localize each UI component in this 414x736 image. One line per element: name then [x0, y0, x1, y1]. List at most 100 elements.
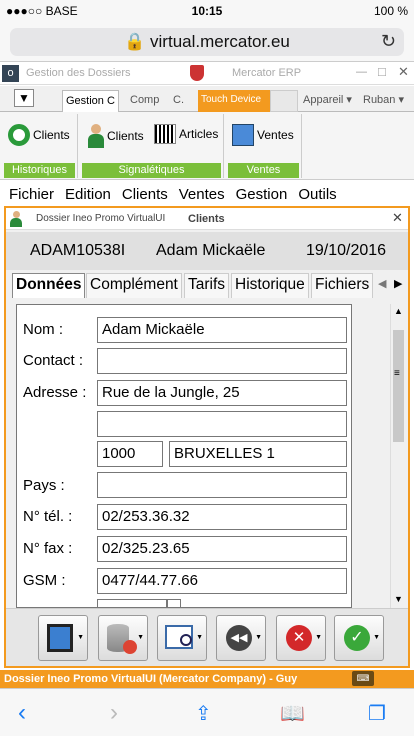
share-icon[interactable]: ⇪: [195, 701, 212, 726]
person-icon: [88, 124, 104, 148]
tab-scroll-left-icon[interactable]: ◀: [378, 277, 386, 290]
tab-comp[interactable]: Comp: [127, 90, 162, 112]
scroll-grip-icon: ≡: [394, 368, 400, 379]
shield-icon: [190, 65, 204, 81]
previous-button[interactable]: ◀◀ ▼: [216, 615, 266, 661]
search-button[interactable]: ▼: [157, 615, 207, 661]
tab-donnees[interactable]: Données: [12, 273, 86, 298]
form-scrollbar[interactable]: ▲ ≡ ▼: [390, 304, 406, 608]
forward-icon[interactable]: ›: [110, 699, 118, 727]
dropdown-arrow-icon: ▼: [373, 634, 380, 641]
menu-edition[interactable]: Edition: [65, 186, 111, 203]
tab-scroll-right-icon[interactable]: ▶: [394, 277, 402, 290]
client-code: ADAM10538I: [30, 242, 126, 259]
tab-tarifs[interactable]: Tarifs: [184, 273, 230, 298]
fax-label: N° fax :: [23, 540, 73, 557]
client-name: Adam Mickaële: [156, 242, 266, 259]
window-tabs: Données Complément Tarifs Historique Fic…: [6, 270, 408, 298]
window-title-center: Clients: [188, 213, 225, 225]
close-icon[interactable]: ✕: [398, 64, 409, 80]
bookmarks-icon[interactable]: 📖: [280, 701, 305, 726]
fax-field[interactable]: 02/325.23.65: [97, 536, 347, 562]
lock-icon: 🔒: [124, 32, 146, 51]
app-title-bar: o Gestion des Dossiers Mercator ERP — □ …: [0, 63, 414, 85]
historique-clients-button[interactable]: Clients: [8, 124, 70, 146]
quick-access-dropdown-icon[interactable]: ▼: [14, 89, 34, 107]
menu-ventes[interactable]: Ventes: [179, 186, 225, 203]
tab-ruban-label: Ruban: [363, 94, 396, 106]
clock: 10:15: [191, 4, 223, 18]
dropdown-arrow-icon: ▼: [255, 634, 262, 641]
signaletique-clients-label: Clients: [107, 129, 144, 143]
partial-field[interactable]: [97, 599, 167, 607]
checkmark-icon: ✓: [344, 625, 370, 651]
maximize-icon[interactable]: □: [378, 64, 386, 79]
adresse1-field[interactable]: Rue de la Jungle, 25: [97, 380, 347, 406]
adresse2-field[interactable]: [97, 411, 347, 437]
tab-fichiers[interactable]: Fichiers: [311, 273, 374, 298]
minimize-icon[interactable]: —: [356, 66, 367, 78]
tel-field[interactable]: 02/253.36.32: [97, 504, 347, 530]
contact-label: Contact :: [23, 352, 84, 369]
historique-clients-label: Clients: [33, 128, 70, 142]
film-icon: [47, 624, 73, 652]
window-title-bar: Dossier Ineo Promo VirtualUI Clients ✕: [6, 208, 408, 230]
menu-outils[interactable]: Outils: [298, 186, 336, 203]
tab-c[interactable]: C.: [170, 90, 187, 112]
ribbon: Clients Historiques Clients Articles Sig…: [0, 112, 414, 180]
tab-gestion[interactable]: Gestion C: [62, 90, 119, 112]
city-field[interactable]: BRUXELLES 1: [169, 441, 347, 467]
tab-appareil[interactable]: Appareil ▾: [300, 90, 355, 112]
tab-touch-toggle[interactable]: [270, 90, 298, 112]
contact-field[interactable]: [97, 348, 347, 374]
tab-touch-device[interactable]: Touch Device: [198, 90, 270, 112]
partial-field-button[interactable]: [167, 599, 181, 607]
video-button[interactable]: ▼: [38, 615, 88, 661]
menu-gestion[interactable]: Gestion: [236, 186, 288, 203]
scroll-down-icon[interactable]: ▼: [394, 594, 403, 604]
postal-code-field[interactable]: 1000: [97, 441, 163, 467]
ribbon-tab-row: ▼ Gestion C Comp C. Touch Device Apparei…: [0, 86, 414, 112]
ios-status-bar: ●●●○○ BASE 10:15 100 %: [0, 0, 414, 22]
ribbon-group-historiques: Clients Historiques: [2, 114, 78, 178]
signaletique-clients-button[interactable]: Clients: [88, 124, 144, 148]
app-right-title: Mercator ERP: [232, 67, 302, 79]
close-icon[interactable]: ✕: [392, 210, 403, 226]
articles-label: Articles: [179, 127, 219, 141]
adresse-label: Adresse :: [23, 384, 87, 401]
tab-historique[interactable]: Historique: [231, 273, 309, 298]
group-label-ventes: Ventes: [228, 163, 299, 178]
keyboard-icon[interactable]: ⌨: [352, 671, 374, 686]
app-logo-icon: o: [2, 65, 19, 82]
ventes-label: Ventes: [257, 128, 294, 142]
database-button[interactable]: ▼: [98, 615, 148, 661]
client-date: 19/10/2016: [306, 242, 387, 259]
gsm-field[interactable]: 0477/44.77.66: [97, 568, 347, 594]
menu-clients[interactable]: Clients: [122, 186, 168, 203]
window-title-left: Dossier Ineo Promo VirtualUI: [36, 213, 166, 224]
pays-field[interactable]: [97, 472, 347, 498]
url-field[interactable]: 🔒 virtual.mercator.eu: [10, 28, 404, 56]
ventes-button[interactable]: Ventes: [232, 124, 294, 146]
reload-icon[interactable]: ↻: [381, 31, 396, 52]
tab-ruban[interactable]: Ruban ▾: [360, 90, 407, 112]
menu-bar: Fichier Edition Clients Ventes Gestion Outils: [0, 186, 414, 206]
tabs-icon[interactable]: ❐: [368, 701, 386, 726]
barcode-icon: [154, 124, 176, 144]
person-icon: [10, 211, 22, 227]
scroll-thumb[interactable]: [393, 330, 404, 442]
cancel-button[interactable]: ✕ ▼: [276, 615, 326, 661]
articles-button[interactable]: Articles: [154, 124, 218, 144]
ribbon-group-signaletiques: Clients Articles Signalétiques: [80, 114, 224, 178]
pays-label: Pays :: [23, 477, 65, 494]
tab-complement[interactable]: Complément: [86, 273, 182, 298]
scroll-up-icon[interactable]: ▲: [394, 306, 403, 316]
nom-field[interactable]: Adam Mickaële: [97, 317, 347, 343]
menu-fichier[interactable]: Fichier: [9, 186, 54, 203]
group-label-historiques: Historiques: [4, 163, 75, 178]
validate-button[interactable]: ✓ ▼: [334, 615, 384, 661]
status-footer: Dossier Ineo Promo VirtualUI (Mercator C…: [0, 670, 414, 688]
back-icon[interactable]: ‹: [18, 699, 26, 727]
rewind-icon: ◀◀: [226, 625, 252, 651]
dropdown-arrow-icon: ▼: [137, 634, 144, 641]
